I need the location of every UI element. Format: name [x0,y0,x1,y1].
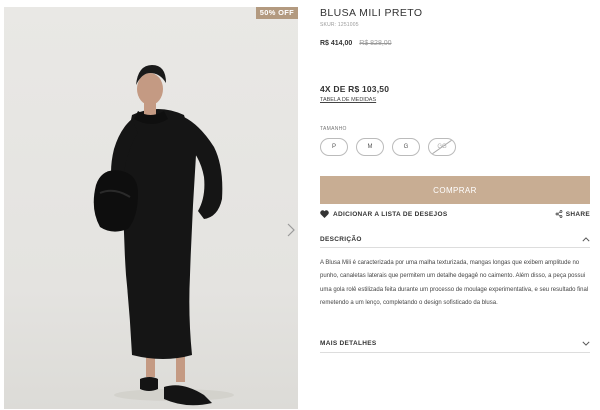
size-table-link[interactable]: TABELA DE MEDIDAS [320,97,376,103]
current-price: R$ 414,00 [320,40,353,47]
buy-button[interactable]: COMPRAR [320,176,590,204]
chevron-down-icon [582,341,590,346]
product-image[interactable]: 50% OFF [4,7,298,409]
product-title: BLUSA MILI PRETO [320,7,423,19]
share-button[interactable]: SHARE [555,210,590,218]
chevron-right-icon [287,223,295,237]
unavailable-slash [429,139,455,155]
size-option-p[interactable]: P [320,138,348,156]
model-illustration [93,65,234,406]
add-to-wishlist-button[interactable]: ADICIONAR A LISTA DE DESEJOS [320,210,447,218]
size-option-label: G [403,144,409,150]
description-toggle[interactable]: DESCRIÇÃO [320,231,590,247]
size-option-label: P [331,144,336,150]
share-label: SHARE [565,210,590,218]
description-heading: DESCRIÇÃO [320,235,362,243]
actions-row: ADICIONAR A LISTA DE DESEJOS SHARE [320,208,590,220]
chevron-up-icon [582,236,590,241]
description-text: A Blusa Mili é caracterizada por uma mal… [320,260,589,307]
size-option-gg[interactable]: GG [428,138,456,156]
next-image-button[interactable] [284,220,298,240]
wishlist-label: ADICIONAR A LISTA DE DESEJOS [333,210,448,218]
size-label: TAMANHO [320,126,347,132]
old-price: R$ 828,00 [359,40,392,47]
size-option-label: M [367,144,373,150]
installments: 4X DE R$ 103,50 [320,84,390,94]
divider [320,352,590,353]
divider [320,247,590,248]
product-sku: SKUR: 1251005 [320,22,359,28]
size-option-m[interactable]: M [356,138,384,156]
discount-badge: 50% OFF [255,7,298,19]
price-row: R$ 414,00 R$ 828,00 [320,40,392,47]
size-option-g[interactable]: G [392,138,420,156]
product-info: BLUSA MILI PRETO SKUR: 1251005 R$ 414,00… [320,7,590,353]
share-icon [555,210,563,218]
details-heading: MAIS DETALHES [320,339,377,347]
heart-icon [320,210,329,218]
details-toggle[interactable]: MAIS DETALHES [320,335,590,351]
size-selector: P M G GG [320,138,456,156]
